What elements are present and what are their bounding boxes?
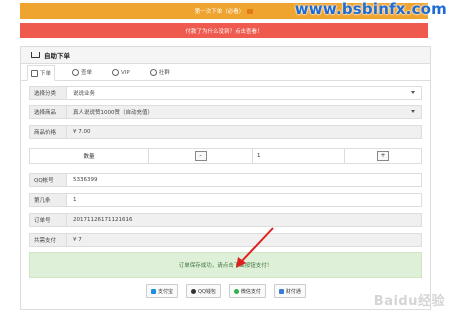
user-icon bbox=[112, 69, 120, 76]
product-row: 选择商品 真人说说赞1000赞（自动充值） bbox=[29, 105, 422, 119]
tab-order[interactable]: 下单 bbox=[27, 65, 56, 81]
tab-label: 查单 bbox=[81, 70, 93, 76]
banner-text: 付款了为什么没到？点击查看！ bbox=[185, 28, 263, 35]
alipay-icon bbox=[151, 288, 156, 294]
quantity-row: 数量 - 1 + bbox=[29, 148, 422, 164]
wechat-pay-button[interactable]: 微信支付 bbox=[228, 284, 266, 298]
category-label: 选择分类 bbox=[29, 86, 67, 100]
cart-icon bbox=[31, 52, 40, 58]
site-watermark: www.bsbinfx.com bbox=[294, 0, 447, 18]
qq-label: QQ帐号 bbox=[29, 173, 67, 187]
order-panel: 自助下单 下单 查单 VIP 社群 选择分类 说说业务 选择商品 真人说说赞10… bbox=[20, 46, 431, 310]
total-label: 共需支付 bbox=[29, 233, 67, 247]
category-value: 说说业务 bbox=[73, 91, 96, 97]
order-number-label: 订单号 bbox=[29, 213, 67, 227]
row-number-label: 第几条 bbox=[29, 193, 67, 207]
qq-row: QQ帐号 5336399 bbox=[29, 173, 422, 187]
quantity-minus-cell: - bbox=[149, 148, 253, 164]
product-select[interactable]: 真人说说赞1000赞（自动充值） bbox=[67, 105, 422, 119]
baidu-watermark: Baidu经验 bbox=[373, 294, 445, 309]
order-number-field: 20171126171121616 bbox=[67, 213, 422, 227]
search-icon bbox=[72, 68, 80, 76]
pay-label: 支付宝 bbox=[158, 288, 174, 295]
chevron-down-icon bbox=[411, 110, 415, 113]
category-row: 选择分类 说说业务 bbox=[29, 86, 422, 100]
qq-icon bbox=[191, 288, 197, 294]
product-value: 真人说说赞1000赞（自动充值） bbox=[73, 110, 153, 116]
qq-wallet-button[interactable]: QQ钱包 bbox=[186, 284, 221, 298]
pay-label: QQ钱包 bbox=[198, 288, 216, 295]
tenpay-button[interactable]: 财付通 bbox=[273, 284, 306, 298]
quantity-plus-button[interactable]: + bbox=[377, 151, 389, 161]
tab-query[interactable]: 查单 bbox=[69, 68, 95, 80]
row-number-input[interactable]: 1 bbox=[67, 193, 422, 207]
tab-label: 下单 bbox=[40, 71, 52, 77]
order-number-row: 订单号 20171126171121616 bbox=[29, 213, 422, 227]
payment-buttons: 支付宝 QQ钱包 微信支付 财付通 bbox=[146, 284, 306, 298]
pay-label: 微信支付 bbox=[240, 288, 261, 295]
tab-vip[interactable]: VIP bbox=[109, 69, 133, 80]
qq-input[interactable]: 5336399 bbox=[67, 173, 422, 187]
total-field: ¥ 7 bbox=[67, 233, 422, 247]
total-row: 共需支付 ¥ 7 bbox=[29, 233, 422, 247]
group-icon bbox=[149, 68, 157, 76]
panel-title: 自助下单 bbox=[44, 52, 70, 60]
quantity-input[interactable]: 1 bbox=[253, 148, 345, 164]
product-label: 选择商品 bbox=[29, 105, 67, 119]
alipay-button[interactable]: 支付宝 bbox=[146, 284, 179, 298]
wechat-icon bbox=[233, 288, 239, 294]
pay-label: 财付通 bbox=[285, 288, 301, 295]
price-row: 商品价格 ¥ 7.00 bbox=[29, 125, 422, 139]
chevron-down-icon bbox=[411, 91, 415, 94]
payment-help-banner[interactable]: 付款了为什么没到？点击查看！ bbox=[20, 23, 428, 38]
tenpay-icon bbox=[278, 288, 284, 294]
cart-icon bbox=[31, 69, 38, 77]
panel-header: 自助下单 bbox=[21, 47, 430, 64]
price-label: 商品价格 bbox=[29, 125, 67, 139]
quantity-minus-button[interactable]: - bbox=[194, 151, 207, 161]
banner-text: 第一次下单（必看） bbox=[194, 9, 245, 15]
category-select[interactable]: 说说业务 bbox=[67, 86, 422, 100]
success-notice: 订单保存成功，请点击下面按钮支付！ bbox=[29, 252, 422, 278]
tab-bar: 下单 查单 VIP 社群 bbox=[21, 64, 430, 81]
tab-label: 社群 bbox=[158, 70, 170, 76]
lock-icon bbox=[247, 8, 254, 14]
quantity-label: 数量 bbox=[29, 148, 149, 164]
tab-group[interactable]: 社群 bbox=[147, 68, 173, 80]
tab-label: VIP bbox=[121, 69, 130, 76]
quantity-plus-cell: + bbox=[345, 148, 422, 164]
row-number-row: 第几条 1 bbox=[29, 193, 422, 207]
notice-text: 订单保存成功，请点击下面按钮支付！ bbox=[178, 263, 273, 269]
price-field: ¥ 7.00 bbox=[67, 125, 422, 139]
